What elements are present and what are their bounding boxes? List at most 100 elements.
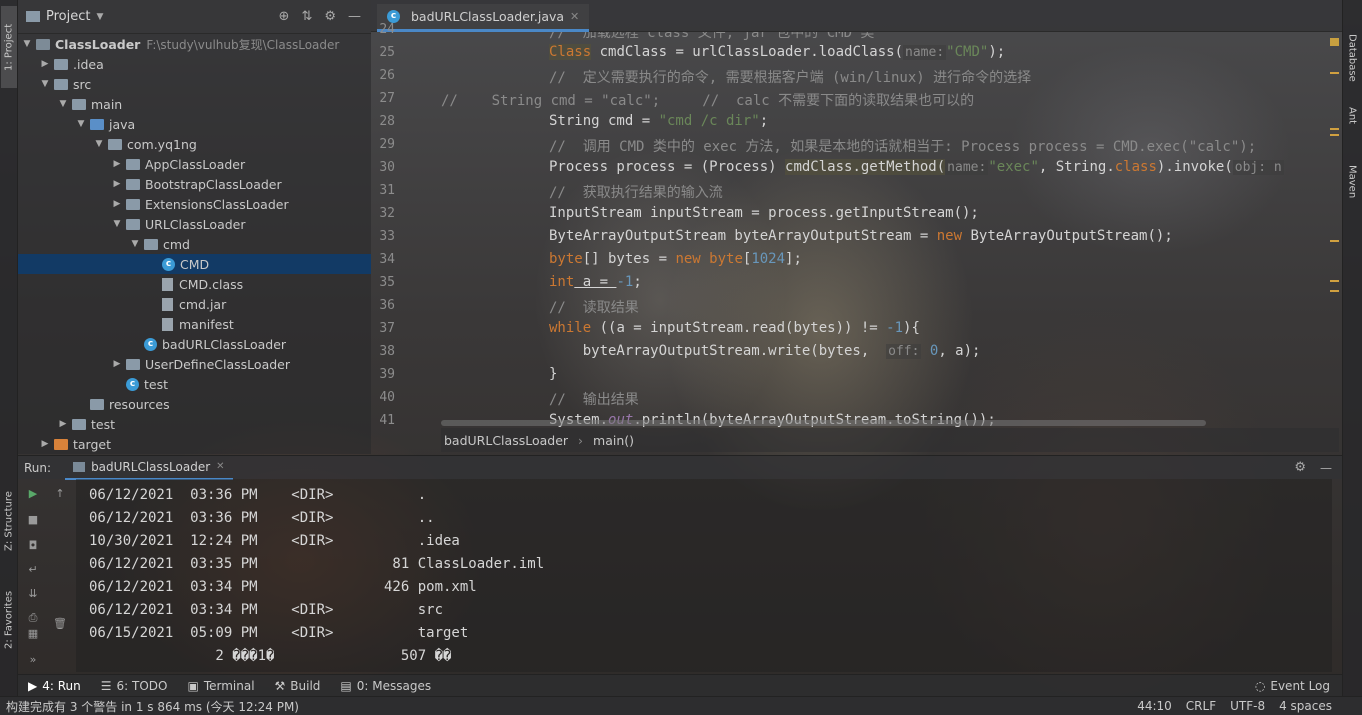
tree-item[interactable]: ▼ URLClassLoader: [18, 214, 371, 234]
rerun-icon[interactable]: ▶: [25, 487, 41, 501]
tree-item[interactable]: ▼ com.yq1ng: [18, 134, 371, 154]
locate-icon[interactable]: ⊕: [279, 9, 290, 24]
editor-tab[interactable]: c badURLClassLoader.java ✕: [377, 4, 590, 32]
code-editor[interactable]: // 加载远程 class 文件, jar 包中的 CMD 类 Class cm…: [441, 32, 1339, 428]
chevron-right-icon[interactable]: ▶: [112, 159, 122, 169]
tab-ant[interactable]: Ant: [1344, 96, 1360, 136]
warning-marker[interactable]: [1330, 290, 1339, 292]
tree-item[interactable]: ▶ target: [18, 434, 371, 454]
cursor-position[interactable]: 44:10: [1137, 699, 1172, 713]
chevron-down-icon[interactable]: ▼: [112, 219, 122, 229]
line-separator[interactable]: CRLF: [1186, 699, 1216, 713]
tree-item[interactable]: ▼ ClassLoader F:\study\vulhub复现\ClassLoade…: [18, 34, 371, 54]
minimize-icon[interactable]: —: [1320, 461, 1332, 475]
tree-item[interactable]: c CMD: [18, 254, 371, 274]
tree-item[interactable]: cmd.jar: [18, 294, 371, 314]
tree-item[interactable]: ▼ src: [18, 74, 371, 94]
close-icon[interactable]: ✕: [216, 461, 224, 472]
tree-item[interactable]: ▶ ExtensionsClassLoader: [18, 194, 371, 214]
close-icon[interactable]: ✕: [570, 10, 579, 23]
warning-marker[interactable]: [1330, 128, 1339, 130]
run-tab[interactable]: badURLClassLoader ✕: [65, 456, 233, 480]
tool-terminal[interactable]: ▣ Terminal: [187, 679, 254, 693]
scroll-to-end-icon[interactable]: ⇊: [25, 587, 41, 601]
file-encoding[interactable]: UTF-8: [1230, 699, 1265, 713]
chevron-down-icon[interactable]: ▼: [130, 239, 140, 249]
chevron-right-icon[interactable]: ▶: [40, 59, 50, 69]
chevron-right-icon[interactable]: ▶: [40, 439, 50, 449]
tool-messages[interactable]: ▤ 0: Messages: [340, 679, 431, 693]
tab-maven[interactable]: Maven: [1344, 154, 1360, 210]
tab-structure[interactable]: Z: Structure: [1, 480, 17, 562]
tree-item[interactable]: ▶ .idea: [18, 54, 371, 74]
breadcrumb-method[interactable]: main(): [593, 433, 634, 448]
warning-marker[interactable]: [1330, 240, 1339, 242]
soft-wrap-icon[interactable]: ↵: [25, 563, 41, 577]
code-line: while ((a = inputStream.read(bytes)) != …: [549, 320, 920, 336]
tree-item[interactable]: ▶ BootstrapClassLoader: [18, 174, 371, 194]
chevron-down-icon[interactable]: ▼: [40, 79, 50, 89]
code-line: ByteArrayOutputStream byteArrayOutputStr…: [549, 228, 1173, 244]
tree-item[interactable]: ▶ UserDefineClassLoader: [18, 354, 371, 374]
indent-setting[interactable]: 4 spaces: [1279, 699, 1332, 713]
gear-icon[interactable]: ⚙: [324, 9, 336, 24]
tab-database[interactable]: Database: [1344, 28, 1360, 88]
tree-item[interactable]: ▼ java: [18, 114, 371, 134]
project-view-selector[interactable]: Project ▼: [26, 9, 103, 24]
tool-run[interactable]: ▶ 4: Run: [28, 679, 81, 693]
tree-item[interactable]: ▶ test: [18, 414, 371, 434]
chevron-right-icon[interactable]: ▶: [112, 359, 122, 369]
play-icon: ▶: [28, 678, 38, 693]
run-toolbar: ▶ ■ ◘ ↵ ⇊ ⎙ ▦ » ↑ 🗑: [18, 479, 76, 672]
tab-project[interactable]: 1: Project: [1, 6, 17, 88]
collapse-all-icon[interactable]: ⇅: [301, 9, 312, 24]
console-line: 06/12/2021 03:36 PM <DIR> .: [89, 487, 427, 503]
line-number: 30: [379, 160, 395, 175]
warning-marker[interactable]: [1330, 72, 1339, 74]
chevron-down-icon[interactable]: ▼: [58, 99, 68, 109]
scroll-up-icon[interactable]: ↑: [52, 487, 68, 501]
tree-item[interactable]: ▶ AppClassLoader: [18, 154, 371, 174]
gear-icon[interactable]: ⚙: [1294, 460, 1306, 475]
tree-item-label: main: [91, 96, 123, 112]
tool-build[interactable]: ⚒ Build: [275, 679, 321, 693]
chevron-down-icon[interactable]: ▼: [22, 39, 32, 49]
tree-item[interactable]: ▼ main: [18, 94, 371, 114]
tree-item-label: BootstrapClassLoader: [145, 176, 282, 192]
print-icon[interactable]: ⎙: [25, 611, 41, 625]
tree-item[interactable]: resources: [18, 394, 371, 414]
tree-item[interactable]: ▼ cmd: [18, 234, 371, 254]
warning-marker[interactable]: [1330, 280, 1339, 282]
chevron-right-icon[interactable]: ▶: [112, 179, 122, 189]
camera-icon[interactable]: ◘: [25, 539, 41, 553]
folder-icon: [126, 158, 140, 170]
folder-icon: [26, 11, 40, 22]
horizontal-scrollbar[interactable]: [441, 420, 1206, 426]
layout-icon[interactable]: ▦: [25, 627, 41, 641]
tree-item-label: badURLClassLoader: [162, 336, 287, 352]
tree-item[interactable]: manifest: [18, 314, 371, 334]
tool-todo[interactable]: ☰ 6: TODO: [101, 679, 168, 693]
chevron-right-icon[interactable]: ▶: [58, 419, 68, 429]
tree-item[interactable]: c test: [18, 374, 371, 394]
tab-favorites[interactable]: 2: Favorites: [1, 580, 17, 660]
run-console[interactable]: 06/12/2021 03:36 PM <DIR> . 06/12/2021 03…: [76, 479, 1332, 672]
tree-item[interactable]: CMD.class: [18, 274, 371, 294]
list-icon: ☰: [100, 678, 112, 693]
warning-marker[interactable]: [1330, 134, 1339, 136]
chevron-down-icon[interactable]: ▼: [76, 119, 86, 129]
tool-event-log[interactable]: ◌ Event Log: [1255, 679, 1330, 693]
stop-icon[interactable]: ■: [25, 513, 41, 527]
breadcrumb-class[interactable]: badURLClassLoader: [444, 433, 568, 448]
chevron-right-icon[interactable]: ▶: [112, 199, 122, 209]
tree-item[interactable]: c badURLClassLoader: [18, 334, 371, 354]
status-message[interactable]: 构建完成有 3 个警告 in 1 s 864 ms (今天 12:24 PM): [6, 698, 299, 715]
trash-icon[interactable]: 🗑: [52, 617, 68, 631]
tree-item-label: java: [109, 116, 136, 132]
project-title: Project: [46, 9, 91, 24]
chevron-down-icon[interactable]: ▼: [94, 139, 104, 149]
minimize-icon[interactable]: —: [348, 9, 361, 24]
console-line: 06/12/2021 03:36 PM <DIR> ..: [89, 510, 435, 526]
warning-marker[interactable]: [1330, 38, 1339, 46]
more-icon[interactable]: »: [25, 653, 41, 667]
